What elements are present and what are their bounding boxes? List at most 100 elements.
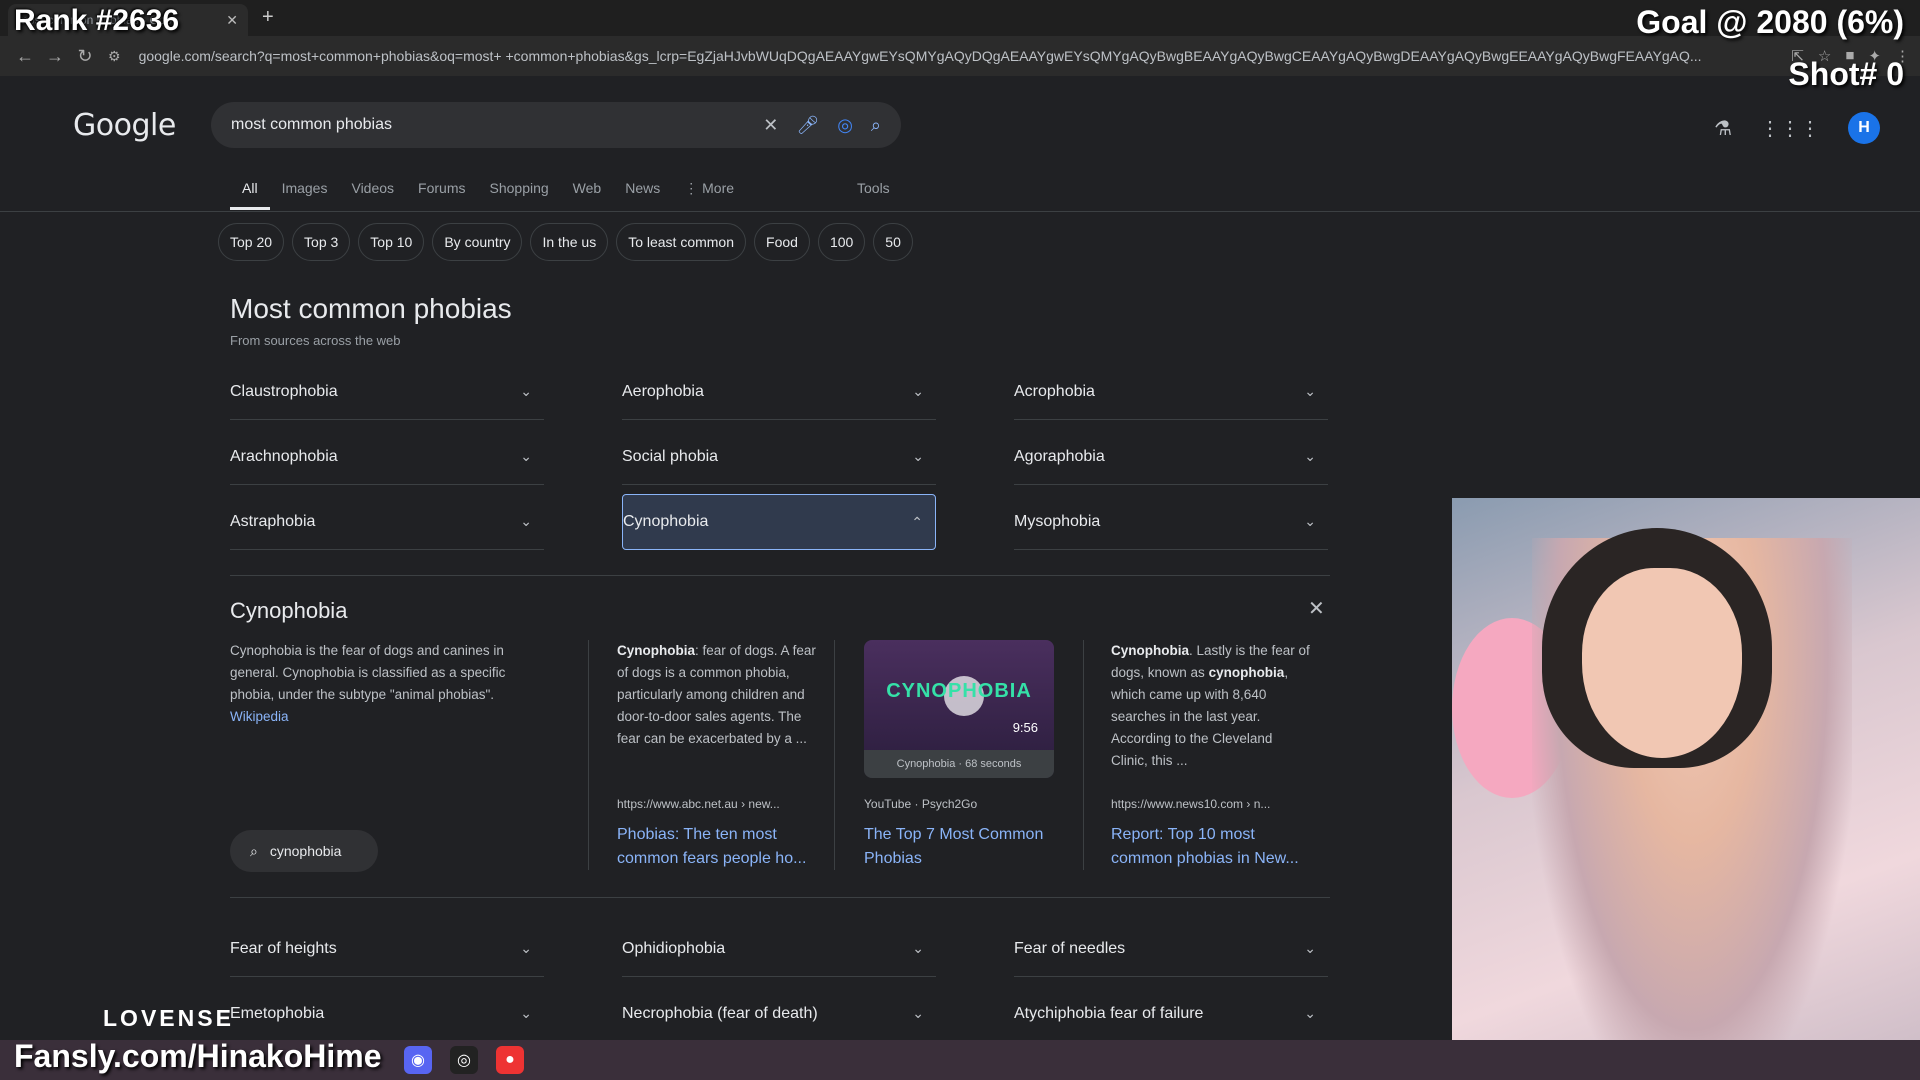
chip-50[interactable]: 50 bbox=[873, 223, 913, 261]
search-nav-tabs: All Images Videos Forums Shopping Web Ne… bbox=[230, 180, 746, 210]
chip-top-20[interactable]: Top 20 bbox=[218, 223, 285, 261]
mic-icon[interactable]: 🎤︎ bbox=[796, 115, 819, 136]
tab-more[interactable]: ⋮ More bbox=[672, 180, 746, 210]
phobia-item-acrophobia[interactable]: Acrophobia ⌄ bbox=[1014, 364, 1328, 420]
refinement-chips: Top 20 Top 3 Top 10 By country In the us… bbox=[218, 223, 913, 261]
chip-in-the-us[interactable]: In the us bbox=[530, 223, 609, 261]
phobia-item-arachnophobia[interactable]: Arachnophobia ⌄ bbox=[230, 429, 544, 485]
panel-title: Cynophobia bbox=[230, 598, 348, 623]
phobia-item-ophidiophobia[interactable]: Ophidiophobia ⌄ bbox=[622, 921, 936, 977]
chevron-down-icon: ⌄ bbox=[1304, 448, 1316, 464]
result-link-abc[interactable]: Phobias: The ten most common fears peopl… bbox=[617, 823, 827, 871]
video-thumbnail[interactable]: CYNOPHOBIA 9:56 Cynophobia · 68 seconds bbox=[864, 640, 1054, 778]
related-search-pill[interactable]: ⌕ cynophobia bbox=[230, 830, 378, 872]
url-field[interactable]: google.com/search?q=most+common+phobias&… bbox=[139, 48, 1780, 64]
tab-shopping[interactable]: Shopping bbox=[478, 180, 561, 210]
section-title: Most common phobias bbox=[230, 293, 512, 324]
record-icon[interactable]: ● bbox=[496, 1046, 524, 1074]
search-icon: ⌕ bbox=[250, 842, 258, 859]
phobia-item-emetophobia[interactable]: Emetophobia ⌄ bbox=[230, 986, 544, 1042]
phobia-label: Claustrophobia bbox=[230, 382, 338, 400]
phobia-item-necrophobia[interactable]: Necrophobia (fear of death) ⌄ bbox=[622, 986, 936, 1042]
phobia-item-astraphobia[interactable]: Astraphobia ⌄ bbox=[230, 494, 544, 550]
chevron-down-icon: ⌄ bbox=[1304, 513, 1316, 529]
site-info-icon[interactable]: ⚙ bbox=[108, 48, 121, 65]
phobia-label: Astraphobia bbox=[230, 512, 316, 530]
search-box: ✕ 🎤︎ ◎ ⌕ bbox=[211, 102, 901, 148]
chip-top-3[interactable]: Top 3 bbox=[292, 223, 351, 261]
panel-divider bbox=[230, 575, 1330, 576]
phobia-item-mysophobia[interactable]: Mysophobia ⌄ bbox=[1014, 494, 1328, 550]
section-subtitle: From sources across the web bbox=[230, 333, 401, 348]
chip-food[interactable]: Food bbox=[754, 223, 810, 261]
phobia-item-fear-of-heights[interactable]: Fear of heights ⌄ bbox=[230, 921, 544, 977]
shot-overlay: Shot# 0 bbox=[1788, 56, 1904, 92]
phobia-label: Social phobia bbox=[622, 447, 719, 465]
chevron-down-icon: ⌄ bbox=[520, 448, 532, 464]
google-logo[interactable]: Google bbox=[73, 108, 176, 143]
panel-col-abc: Cynophobia: fear of dogs. A fear of dogs… bbox=[617, 640, 827, 750]
nav-divider bbox=[0, 211, 1920, 212]
new-tab-icon[interactable]: + bbox=[262, 6, 274, 29]
tools-button[interactable]: Tools bbox=[857, 180, 890, 196]
chevron-down-icon: ⌄ bbox=[912, 940, 924, 956]
flask-icon[interactable]: ⚗ bbox=[1714, 116, 1732, 141]
apps-grid-icon[interactable]: ⋮⋮⋮ bbox=[1760, 116, 1820, 141]
tab-images[interactable]: Images bbox=[270, 180, 340, 210]
avatar[interactable]: H bbox=[1848, 112, 1880, 144]
column-divider bbox=[588, 640, 589, 870]
close-icon[interactable]: ✕ bbox=[1308, 596, 1325, 621]
tab-forums[interactable]: Forums bbox=[406, 180, 477, 210]
chevron-down-icon: ⌄ bbox=[912, 448, 924, 464]
tab-videos[interactable]: Videos bbox=[339, 180, 406, 210]
tab-web[interactable]: Web bbox=[561, 180, 614, 210]
phobia-label: Cynophobia bbox=[623, 513, 709, 530]
phobia-item-cynophobia[interactable]: Cynophobia ⌃ bbox=[622, 494, 936, 550]
result-link-news10[interactable]: Report: Top 10 most common phobias in Ne… bbox=[1111, 823, 1311, 871]
related-search-label: cynophobia bbox=[269, 843, 342, 859]
chevron-down-icon: ⌄ bbox=[520, 940, 532, 956]
column-divider bbox=[1083, 640, 1084, 870]
video-duration: 9:56 bbox=[1012, 720, 1038, 735]
chip-by-country[interactable]: By country bbox=[432, 223, 523, 261]
phobia-label: Arachnophobia bbox=[230, 447, 338, 465]
search-input[interactable] bbox=[231, 116, 746, 134]
chevron-down-icon: ⌄ bbox=[520, 1005, 532, 1021]
wikipedia-link[interactable]: Wikipedia bbox=[230, 709, 289, 724]
tab-news[interactable]: News bbox=[613, 180, 672, 210]
phobia-item-agoraphobia[interactable]: Agoraphobia ⌄ bbox=[1014, 429, 1328, 485]
chip-100[interactable]: 100 bbox=[817, 223, 866, 261]
chip-to-least-common[interactable]: To least common bbox=[616, 223, 747, 261]
wiki-snippet: Cynophobia is the fear of dogs and canin… bbox=[230, 643, 506, 702]
reload-icon[interactable]: ↻ bbox=[70, 46, 100, 67]
phobia-item-social-phobia[interactable]: Social phobia ⌄ bbox=[622, 429, 936, 485]
tab-all[interactable]: All bbox=[230, 180, 270, 210]
phobia-item-atychiphobia[interactable]: Atychiphobia fear of failure ⌄ bbox=[1014, 986, 1328, 1042]
phobia-label: Acrophobia bbox=[1014, 382, 1095, 400]
panel-divider bbox=[230, 897, 1330, 898]
lens-icon[interactable]: ◎ bbox=[837, 115, 853, 136]
phobia-label: Fear of heights bbox=[230, 939, 337, 957]
obs-icon[interactable]: ◎ bbox=[450, 1046, 478, 1074]
source-url: https://www.abc.net.au › new... bbox=[617, 797, 780, 811]
discord-icon[interactable]: ◉ bbox=[404, 1046, 432, 1074]
rank-overlay: Rank #2636 bbox=[14, 4, 180, 37]
chip-top-10[interactable]: Top 10 bbox=[358, 223, 425, 261]
back-icon[interactable]: ← bbox=[10, 46, 40, 67]
snippet-bold: Cynophobia bbox=[617, 643, 695, 658]
clear-icon[interactable]: ✕ bbox=[763, 115, 778, 136]
forward-icon[interactable]: → bbox=[40, 46, 70, 67]
search-icon[interactable]: ⌕ bbox=[871, 115, 881, 136]
goal-overlay: Goal @ 2080 (6%) bbox=[1636, 4, 1904, 40]
taskbar-icons: ◉ ◎ ● bbox=[404, 1046, 524, 1074]
source-url: https://www.news10.com › n... bbox=[1111, 797, 1271, 811]
tab-close-icon[interactable]: ✕ bbox=[226, 12, 238, 29]
fansly-overlay: Fansly.com/HinakoHime bbox=[14, 1038, 382, 1074]
chevron-up-icon: ⌃ bbox=[911, 513, 923, 530]
chevron-down-icon: ⌄ bbox=[1304, 1005, 1316, 1021]
result-link-youtube[interactable]: The Top 7 Most Common Phobias bbox=[864, 823, 1054, 871]
phobia-item-aerophobia[interactable]: Aerophobia ⌄ bbox=[622, 364, 936, 420]
phobia-item-claustrophobia[interactable]: Claustrophobia ⌄ bbox=[230, 364, 544, 420]
chevron-down-icon: ⌄ bbox=[1304, 383, 1316, 399]
phobia-item-fear-of-needles[interactable]: Fear of needles ⌄ bbox=[1014, 921, 1328, 977]
